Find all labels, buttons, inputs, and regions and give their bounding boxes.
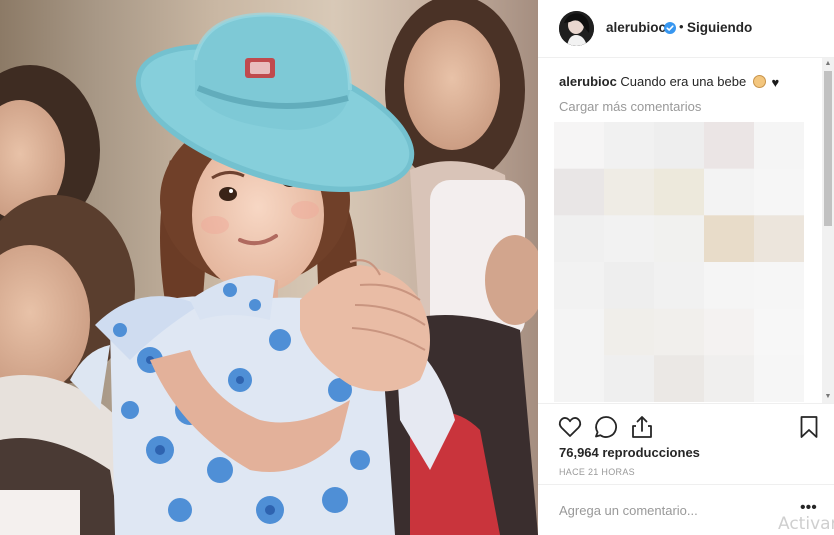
- mosaic-cell: [654, 355, 705, 402]
- mosaic-cell: [654, 122, 705, 170]
- caption-text: Cuando era una bebe: [620, 74, 747, 89]
- video-frame-illustration: [0, 0, 538, 535]
- mosaic-cell: [604, 215, 655, 263]
- mosaic-cell: [654, 262, 705, 310]
- comment-icon[interactable]: [593, 414, 619, 440]
- comment-input[interactable]: Agrega un comentario...: [559, 503, 698, 518]
- mosaic-cell: [754, 355, 804, 402]
- load-more-comments-link[interactable]: Cargar más comentarios: [559, 99, 701, 114]
- mosaic-cell: [704, 262, 755, 310]
- mosaic-cell: [654, 308, 705, 356]
- pixelated-comments-mosaic: [554, 122, 804, 402]
- post-caption: alerubioc Cuando era una bebe ♥: [559, 74, 779, 90]
- action-bar: [538, 403, 834, 447]
- mosaic-cell: [754, 168, 804, 216]
- mosaic-cell: [554, 215, 605, 263]
- mosaic-cell: [604, 308, 655, 356]
- post-video[interactable]: [0, 0, 538, 535]
- mosaic-cell: [604, 355, 655, 402]
- scrollbar-thumb[interactable]: [824, 71, 832, 226]
- mosaic-cell: [704, 355, 755, 402]
- mosaic-cell: [604, 262, 655, 310]
- mosaic-cell: [754, 262, 804, 310]
- mosaic-cell: [754, 122, 804, 170]
- mosaic-cell: [654, 168, 705, 216]
- mosaic-cell: [754, 215, 804, 263]
- mosaic-cell: [554, 308, 605, 356]
- comments-scrollbar[interactable]: ▲ ▼: [822, 58, 834, 403]
- view-count[interactable]: 76,964 reproducciones: [559, 445, 700, 460]
- following-button[interactable]: Siguiendo: [687, 20, 752, 35]
- avatar[interactable]: [559, 11, 594, 46]
- mosaic-cell: [604, 122, 655, 170]
- mosaic-cell: [554, 262, 605, 310]
- share-icon[interactable]: [629, 414, 655, 440]
- mosaic-cell: [704, 168, 755, 216]
- comments-section: alerubioc Cuando era una bebe ♥ Cargar m…: [538, 58, 834, 403]
- mosaic-cell: [604, 168, 655, 216]
- windows-activation-watermark: Activar: [778, 514, 834, 534]
- heart-icon[interactable]: [557, 414, 583, 440]
- black-heart-emoji-icon: ♥: [771, 75, 780, 90]
- header-separator: •: [679, 19, 684, 34]
- baby-emoji-icon: [752, 75, 766, 88]
- post-sidebar: alerubioc • Siguiendo alerubioc Cuando e…: [538, 0, 834, 535]
- mosaic-cell: [704, 215, 755, 263]
- post-username[interactable]: alerubioc: [606, 20, 666, 35]
- bookmark-icon[interactable]: [796, 414, 822, 440]
- mosaic-cell: [654, 215, 705, 263]
- post-header: alerubioc • Siguiendo: [538, 0, 834, 58]
- avatar-image: [559, 11, 594, 46]
- mosaic-cell: [554, 355, 605, 402]
- scroll-up-arrow-icon[interactable]: ▲: [824, 60, 832, 68]
- mosaic-cell: [554, 168, 605, 216]
- post-timestamp[interactable]: HACE 21 HORAS: [559, 467, 635, 477]
- scroll-down-arrow-icon[interactable]: ▼: [824, 393, 832, 401]
- mosaic-cell: [704, 122, 755, 170]
- mosaic-cell: [754, 308, 804, 356]
- mosaic-cell: [704, 308, 755, 356]
- caption-username[interactable]: alerubioc: [559, 74, 617, 89]
- verified-badge-icon: [664, 22, 676, 34]
- mosaic-cell: [554, 122, 605, 170]
